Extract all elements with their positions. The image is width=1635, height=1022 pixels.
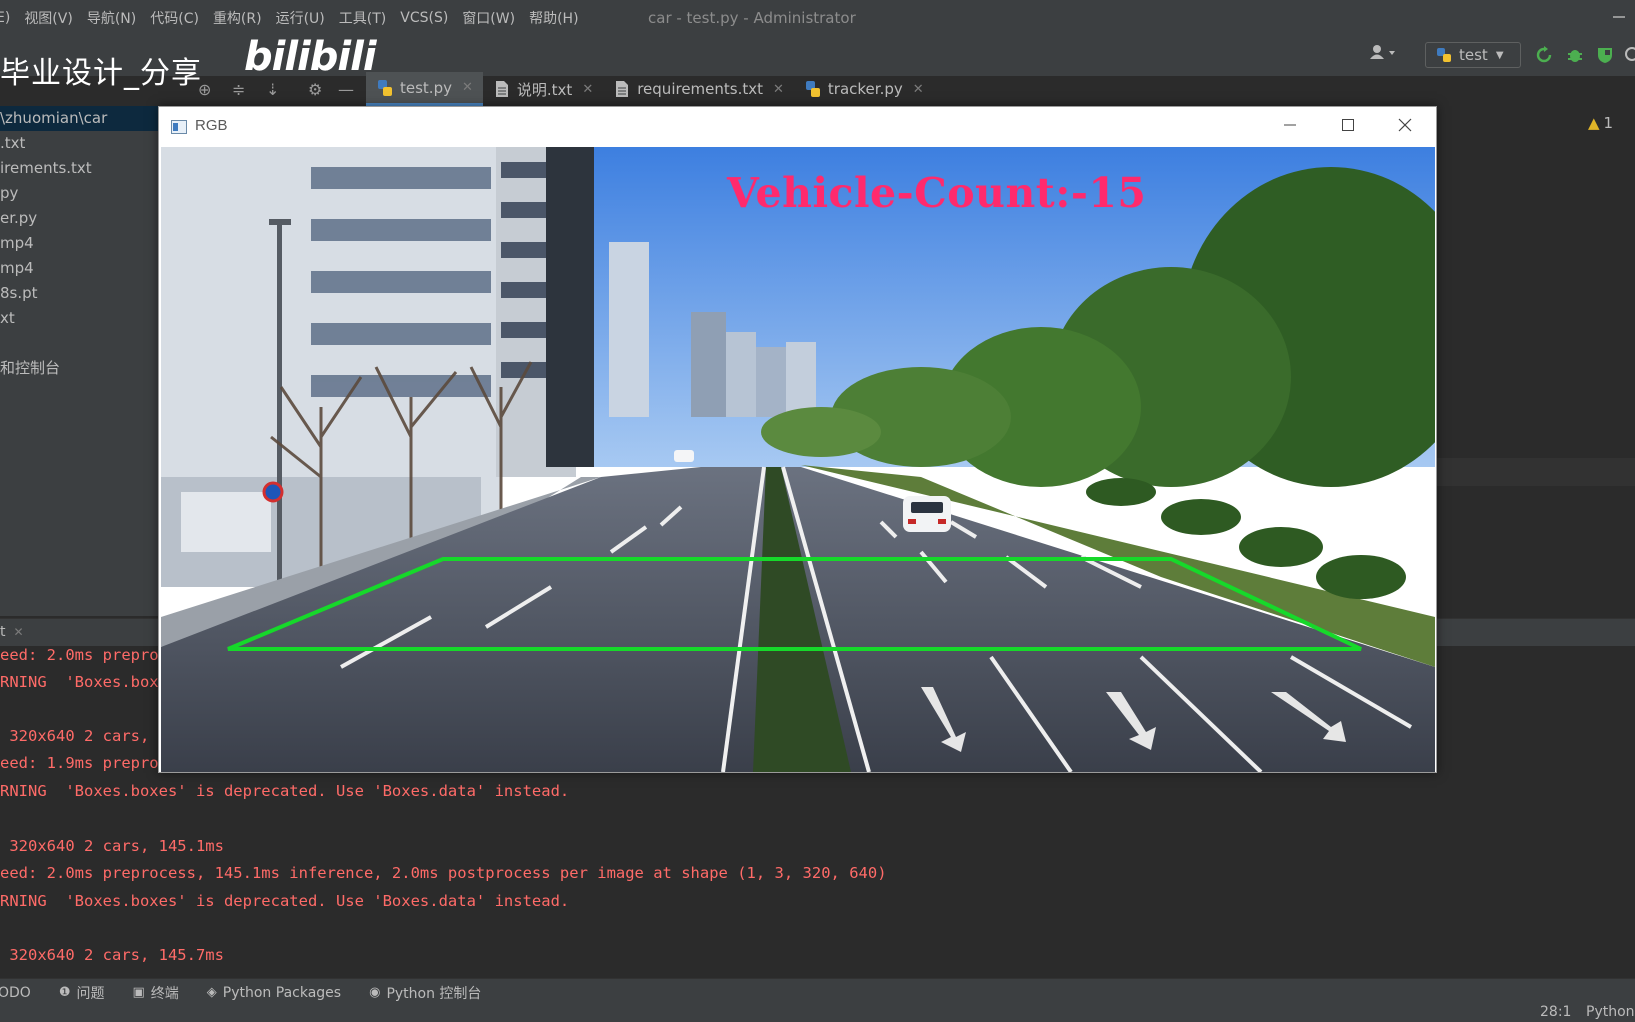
cursor-position[interactable]: 28:1 [1540,1004,1571,1020]
counting-region [227,557,1362,651]
project-file[interactable]: xt [0,306,160,331]
console-line: 320x640 2 cars, [0,727,150,745]
gear-icon[interactable]: ⚙ [308,80,322,99]
menu-view[interactable]: 视图(V) [24,8,73,28]
menu-edit[interactable]: E) [0,10,10,26]
console-line: 320x640 2 cars, 145.1ms [0,837,224,855]
run-tab-label: t [0,624,6,640]
project-file[interactable]: mp4 [0,231,160,256]
project-file[interactable]: 8s.pt [0,281,160,306]
rerun-icon[interactable] [1535,46,1553,64]
collapse-icon[interactable]: ≑ [232,80,245,99]
interpreter-label[interactable]: Python [1586,1004,1635,1020]
bilibili-logo: bilibili [244,34,377,80]
inspection-widget[interactable]: ▲ 1 [1588,114,1613,132]
project-file[interactable]: .txt [0,131,160,156]
menu-tools[interactable]: 工具(T) [339,8,386,28]
packages-icon: ◈ [206,985,217,1000]
tab-label: 说明.txt [516,80,573,99]
menu-navigate[interactable]: 导航(N) [87,8,136,28]
tool-terminal[interactable]: ▣ 终端 [132,983,178,1003]
project-spacer [0,331,160,356]
tool-window-bar: ODO ❶ 问题 ▣ 终端 ◈ Python Packages ◉ Python… [0,978,1635,1006]
run-config-select[interactable]: test ▼ [1425,42,1521,68]
project-panel: \zhuomian\car .txt irements.txt py er.py… [0,106,160,616]
expand-icon[interactable]: ⇣ [266,80,279,99]
user-icon[interactable] [1370,44,1400,64]
tab-label: requirements.txt [637,80,763,98]
vehicle-count-overlay: Vehicle-Count:-15 [727,169,1147,217]
hide-icon[interactable]: — [338,80,354,99]
project-root[interactable]: \zhuomian\car [0,106,160,131]
console-line: RNING 'Boxes.boxes' is deprecated. Use '… [0,782,570,800]
problems-icon: ❶ [58,985,71,1000]
terminal-icon: ▣ [132,985,145,1000]
menu-refactor[interactable]: 重构(R) [213,8,262,28]
tab-tracker-py[interactable]: tracker.py ✕ [794,72,934,106]
project-scratches[interactable]: 和控制台 [0,356,160,381]
minimize-icon[interactable] [1612,7,1626,21]
app-window-icon [171,120,187,134]
run-tab[interactable]: t ✕ [0,618,24,646]
warning-count: 1 [1603,114,1614,132]
close-icon[interactable]: ✕ [462,80,473,95]
add-icon[interactable]: ⊕ [198,80,211,99]
python-file-icon [805,81,820,97]
status-bar: 28:1 Python [0,1004,1635,1022]
menu-code[interactable]: 代码(C) [150,8,199,28]
console-line: RNING 'Boxes.boxes' is deprecated. Use '… [0,892,570,910]
tab-label: test.py [400,78,452,97]
watermark-text: 毕业设计_分享 [0,56,202,91]
counting-region-polygon [227,557,1362,651]
maximize-icon[interactable] [1338,115,1358,135]
menu-help[interactable]: 帮助(H) [529,8,578,28]
window-title: car - test.py - Administrator [648,9,856,27]
project-file[interactable]: py [0,181,160,206]
tool-label: Python Packages [222,984,342,1001]
close-icon[interactable]: ✕ [773,82,784,97]
close-icon[interactable]: ✕ [913,82,924,97]
tool-python-console[interactable]: ◉ Python 控制台 [369,983,481,1003]
close-icon[interactable]: ✕ [582,82,593,97]
tool-python-packages[interactable]: ◈ Python Packages [207,985,341,1001]
close-icon[interactable]: ✕ [14,625,24,639]
python-file-icon [378,79,392,96]
tab-label: tracker.py [827,80,903,98]
rgb-window[interactable]: RGB Vehicle-Count:-15 [158,106,1437,773]
coverage-icon[interactable] [1596,46,1614,64]
console-line: 320x640 2 cars, 145.7ms [0,946,224,964]
tab-test-py[interactable]: test.py ✕ [366,72,483,106]
search-icon[interactable] [1624,46,1635,64]
rgb-window-title: RGB [195,117,228,134]
warning-icon: ▲ [1588,114,1600,132]
minimize-icon[interactable] [1280,115,1300,135]
text-file-icon [616,81,629,97]
close-icon[interactable] [1395,115,1415,135]
debug-icon[interactable] [1566,46,1584,64]
project-file[interactable]: mp4 [0,256,160,281]
project-file[interactable]: er.py [0,206,160,231]
tab-readme-txt[interactable]: 说明.txt ✕ [483,72,603,106]
menu-window[interactable]: 窗口(W) [462,8,515,28]
text-file-icon [495,81,508,97]
project-file[interactable]: irements.txt [0,156,160,181]
tool-label: 终端 [150,985,179,1002]
editor-tabs: test.py ✕ 说明.txt ✕ requirements.txt ✕ tr… [366,72,934,106]
video-frame: Vehicle-Count:-15 [161,147,1435,772]
python-console-icon: ◉ [369,985,381,1000]
run-config-label: test [1459,46,1488,64]
tab-requirements-txt[interactable]: requirements.txt ✕ [603,72,794,106]
chevron-down-icon: ▼ [1495,49,1504,61]
menu-vcs[interactable]: VCS(S) [400,10,448,26]
python-icon [1437,48,1451,62]
tool-todo[interactable]: ODO [0,985,31,1001]
console-line: eed: 2.0ms preprocess, 145.1ms inference… [0,864,887,882]
rgb-titlebar[interactable]: RGB [159,107,1436,147]
tool-label: Python 控制台 [386,985,482,1002]
tool-problems[interactable]: ❶ 问题 [59,983,105,1003]
menu-run[interactable]: 运行(U) [276,8,325,28]
tool-label: ODO [0,984,31,1001]
tool-label: 问题 [76,985,105,1002]
